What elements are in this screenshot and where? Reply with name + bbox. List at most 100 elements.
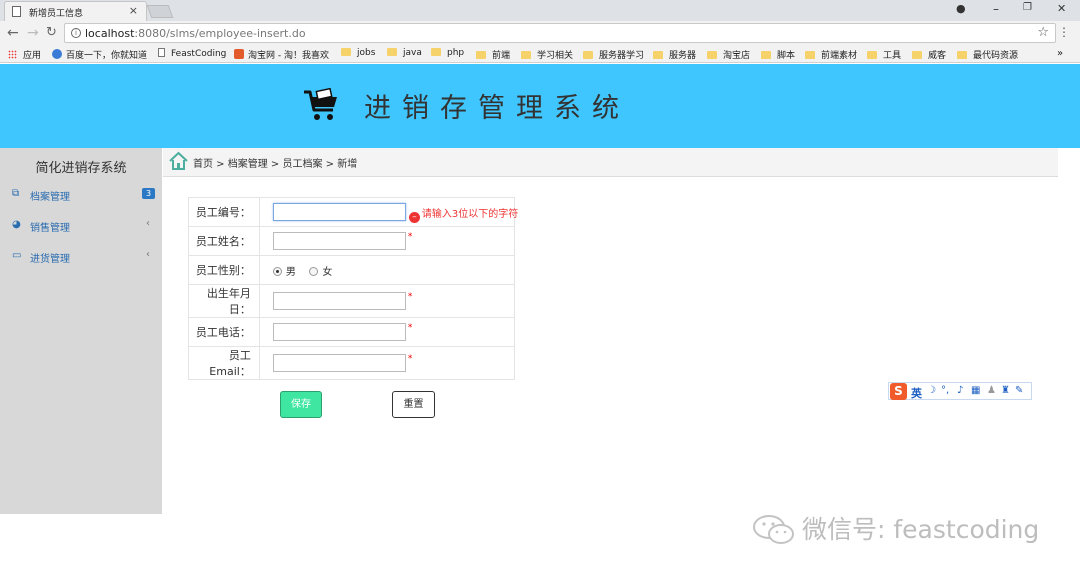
email-cell: * <box>258 346 516 380</box>
form-row-employee-name: 员工姓名： * <box>188 226 516 256</box>
sidebar-item-sales[interactable]: ◕ 销售管理 ‹ <box>0 215 162 239</box>
sidebar-item-archives[interactable]: ⧉ 档案管理 3 <box>0 184 162 208</box>
count-badge: 3 <box>142 188 155 199</box>
copy-icon: ⧉ <box>12 188 20 199</box>
keyboard-icon[interactable]: ▦ <box>971 385 980 396</box>
employee-name-input[interactable] <box>272 232 406 250</box>
bookmark-witkey[interactable]: 威客 <box>912 48 946 61</box>
back-arrow-icon[interactable]: ← <box>7 25 19 41</box>
close-window-button[interactable]: ✕ <box>1057 2 1066 15</box>
bookmark-server[interactable]: 服务器 <box>653 48 696 61</box>
pie-chart-icon: ◕ <box>12 219 21 230</box>
tab-close-icon[interactable]: × <box>129 4 138 17</box>
browser-menu-icon[interactable]: ⋮ <box>1058 25 1070 39</box>
gender-female-label[interactable]: 女 <box>322 267 332 278</box>
bookmark-java[interactable]: java <box>387 48 422 58</box>
bookmark-frontend[interactable]: 前端 <box>476 48 510 61</box>
folder-icon <box>476 51 486 59</box>
url-text: localhost:8080/slms/employee-insert.do <box>85 27 306 40</box>
bookmark-feastcoding[interactable]: FeastCoding <box>158 48 226 59</box>
bookmark-tools[interactable]: 工具 <box>867 48 901 61</box>
gender-female-radio[interactable] <box>309 266 319 276</box>
breadcrumb[interactable]: 首页 > 档案管理 > 员工档案 > 新增 <box>193 155 357 170</box>
phone-label: 员工电话： <box>188 317 260 347</box>
site-info-icon[interactable]: i <box>71 28 81 38</box>
required-mark: * <box>407 232 413 242</box>
shopping-cart-icon <box>304 88 337 120</box>
wechat-icon <box>753 515 794 544</box>
bookmark-label: 最代码资源 <box>973 51 1019 61</box>
employee-id-input[interactable] <box>272 203 406 221</box>
gender-male-label[interactable]: 男 <box>286 267 296 278</box>
bookmark-taobao-shop[interactable]: 淘宝店 <box>707 48 750 61</box>
sidebar-item-label: 档案管理 <box>30 192 70 203</box>
gender-cell: 男 女 <box>258 255 516 285</box>
bookmark-apps[interactable]: 应用 <box>8 48 41 61</box>
browser-tab-strip: 新增员工信息 × ● – ❐ ✕ <box>0 0 1080 21</box>
email-input[interactable] <box>272 354 406 372</box>
sogou-logo-icon[interactable]: S <box>890 383 907 400</box>
url-host: localhost <box>85 27 135 40</box>
folder-icon <box>867 51 877 59</box>
bookmark-label: 服务器学习 <box>599 51 645 61</box>
wrench-icon[interactable]: ✎ <box>1015 385 1023 396</box>
home-icon[interactable] <box>168 151 189 171</box>
punctuation-icon[interactable]: °, <box>941 385 949 396</box>
bookmarks-overflow-icon[interactable]: » <box>1057 48 1063 59</box>
bookmark-label: php <box>447 48 465 58</box>
reset-button[interactable]: 重置 <box>392 391 435 418</box>
new-tab-button[interactable] <box>146 5 174 18</box>
validation-error: – 请输入3位以下的字符 <box>408 205 519 223</box>
moon-icon[interactable]: ☽ <box>927 385 936 396</box>
employee-name-label: 员工姓名： <box>188 226 260 256</box>
forward-arrow-icon[interactable]: → <box>27 25 39 41</box>
required-mark: * <box>407 354 413 364</box>
bookmark-label: 脚本 <box>777 51 796 61</box>
bookmark-taobao[interactable]: 淘宝网 - 淘！我喜欢 <box>234 48 329 61</box>
bookmark-label: 学习相关 <box>537 51 574 61</box>
bookmark-zuidaima[interactable]: 最代码资源 <box>957 48 1018 61</box>
user-icon[interactable]: ♟ <box>987 385 996 396</box>
folder-icon <box>653 51 663 59</box>
bookmark-server-study[interactable]: 服务器学习 <box>583 48 644 61</box>
bookmark-study[interactable]: 学习相关 <box>521 48 573 61</box>
bookmark-label: 淘宝店 <box>723 51 751 61</box>
ime-language-toggle[interactable]: 英 <box>911 385 922 401</box>
gender-male-radio[interactable] <box>272 266 282 276</box>
shirt-icon[interactable]: ♜ <box>1001 385 1010 396</box>
bookmark-scripts[interactable]: 脚本 <box>761 48 795 61</box>
form-row-gender: 员工性别： 男 女 <box>188 255 516 285</box>
browser-tab[interactable]: 新增员工信息 × <box>4 1 147 21</box>
folder-icon <box>707 51 717 59</box>
save-button[interactable]: 保存 <box>280 391 322 418</box>
folder-icon <box>521 51 531 59</box>
phone-input[interactable] <box>272 323 406 341</box>
birthdate-label: 出生年月日： <box>188 284 260 318</box>
birthdate-cell: * <box>258 284 516 318</box>
restore-button[interactable]: ❐ <box>1023 2 1032 13</box>
sidebar-item-purchasing[interactable]: ▭ 进货管理 ‹ <box>0 246 162 270</box>
minimize-button[interactable]: – <box>993 2 999 16</box>
bookmark-label: java <box>403 48 422 58</box>
bookmark-label: 威客 <box>928 51 947 61</box>
breadcrumb-bar: 首页 > 档案管理 > 员工档案 > 新增 <box>163 148 1058 177</box>
sidebar-title: 简化进销存系统 <box>35 161 127 176</box>
bookmark-frontend-assets[interactable]: 前端素材 <box>805 48 857 61</box>
validation-error-text: 请输入3位以下的字符 <box>421 209 519 220</box>
birthdate-input[interactable] <box>272 292 406 310</box>
bookmark-label: 前端素材 <box>821 51 858 61</box>
reload-icon[interactable]: ↻ <box>46 25 57 40</box>
bookmark-baidu[interactable]: 百度一下，你就知道 <box>52 48 147 61</box>
url-input[interactable]: i localhost:8080/slms/employee-insert.do… <box>64 23 1056 43</box>
bookmark-label: 服务器 <box>669 51 697 61</box>
phone-cell: * <box>258 317 516 347</box>
profile-icon[interactable]: ● <box>956 2 966 15</box>
bookmark-php[interactable]: php <box>431 48 464 58</box>
bookmark-jobs[interactable]: jobs <box>341 48 375 58</box>
microphone-icon[interactable]: ♪ <box>957 385 963 396</box>
bookmark-star-icon[interactable]: ☆ <box>1037 25 1049 40</box>
taobao-icon <box>234 49 244 59</box>
employee-form: 员工编号： – 请输入3位以下的字符 员工姓名： * 员工性别： 男 女 出生年月… <box>188 197 519 380</box>
form-row-employee-id: 员工编号： – 请输入3位以下的字符 <box>188 197 519 227</box>
bookmark-label: FeastCoding <box>171 49 227 59</box>
